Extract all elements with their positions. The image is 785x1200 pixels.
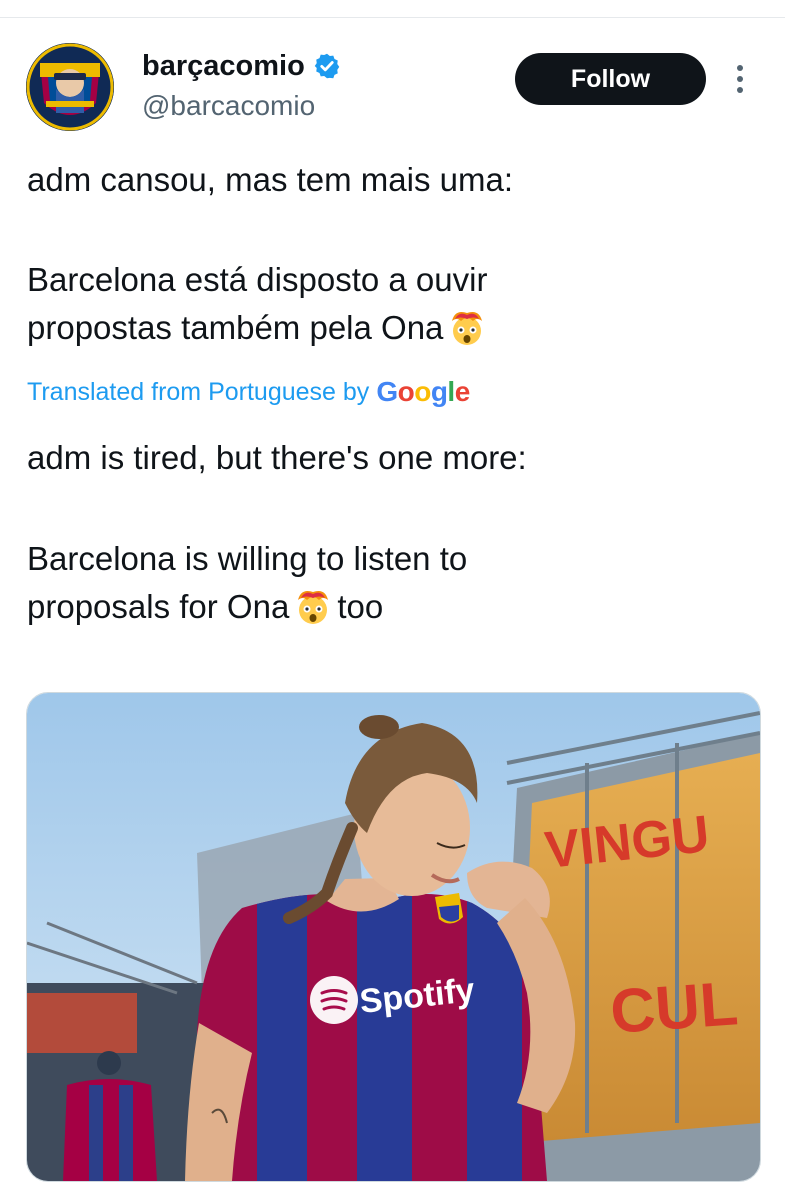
tweet-media-photo[interactable]: VINGU CUL Spotify (26, 692, 761, 1182)
google-letter: l (447, 376, 455, 407)
verified-badge-icon (314, 53, 340, 79)
author-display-name[interactable]: barçacomio (142, 47, 305, 85)
avatar-image (26, 43, 114, 131)
translation-attribution[interactable]: Translated from Portuguese by Google (27, 374, 470, 410)
author-name-row: barçacomio (142, 47, 341, 85)
google-letter: e (454, 376, 471, 407)
tweet-translated-text: proposals for Ona (27, 588, 290, 625)
tweet-original-text: Barcelona está disposto a ouvir (27, 261, 488, 298)
tweet-original-text: propostas também pela Ona (27, 309, 444, 346)
exploding-head-emoji (452, 312, 483, 345)
google-letter: G (376, 376, 398, 407)
tweet-translated-line-1: adm is tired, but there's one more: (27, 439, 527, 476)
exploding-head-emoji (298, 591, 329, 624)
tweet-translated-text: Barcelona is willing to listen to (27, 540, 468, 577)
more-vertical-icon[interactable] (730, 62, 750, 98)
photo-player-kissing-jersey-crest: VINGU CUL Spotify (27, 693, 760, 1181)
follow-button[interactable]: Follow (515, 53, 706, 105)
tweet-translated-paragraph-2: Barcelona is willing to listen to propos… (27, 535, 767, 631)
top-divider (0, 17, 785, 18)
tweet-translated-text: too (337, 588, 384, 625)
google-letter: o (414, 376, 431, 407)
google-letter: o (397, 376, 415, 407)
sign-text-bottom: CUL (608, 969, 740, 1047)
google-logo: Google (376, 374, 471, 410)
translation-label: Translated from Portuguese by (27, 378, 370, 406)
profile-avatar[interactable] (26, 43, 114, 131)
tweet-original-line-1: adm cansou, mas tem mais uma: (27, 161, 514, 198)
tweet-original-paragraph-2: Barcelona está disposto a ouvir proposta… (27, 256, 767, 352)
author-handle[interactable]: @barcacomio (142, 88, 315, 124)
google-letter: g (430, 376, 448, 407)
